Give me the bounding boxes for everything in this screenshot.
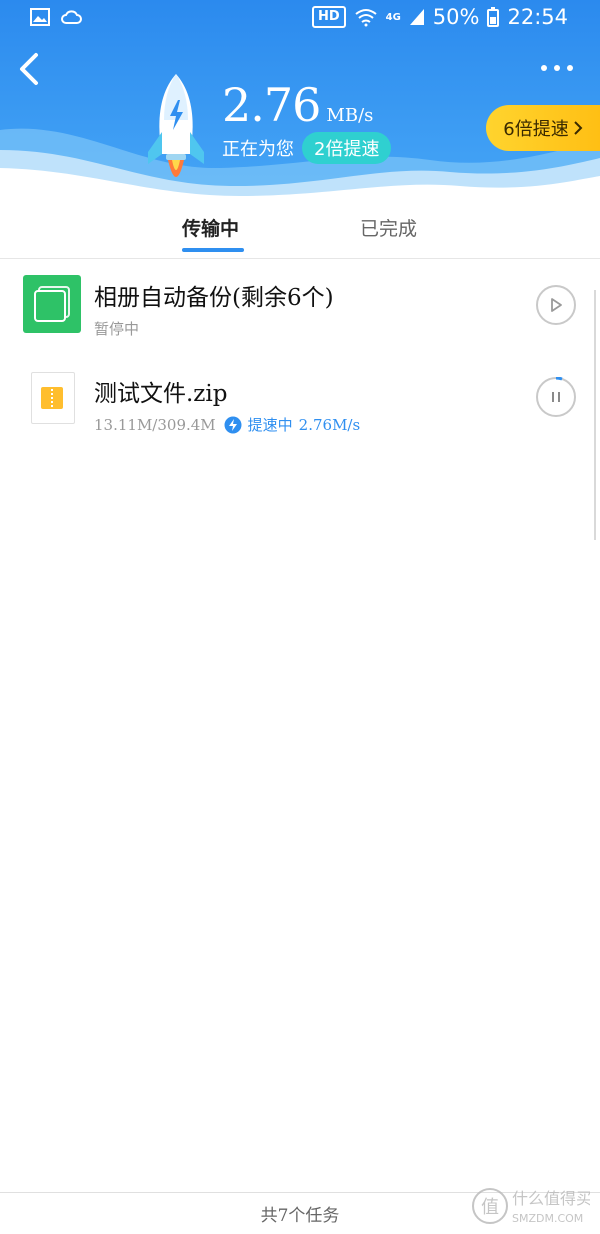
boost-6x-button[interactable]: 6倍提速 xyxy=(486,105,600,151)
play-icon xyxy=(551,298,562,312)
speed-readout: 2.76 MB/s xyxy=(222,78,373,132)
item-status-text: 暂停中 xyxy=(94,320,140,338)
status-bar: HD 4G 50% 22:54 xyxy=(0,0,600,38)
back-button[interactable] xyxy=(14,52,46,86)
speed-unit: MB/s xyxy=(326,105,374,126)
item-progress: 13.11M/309.4M 提速中 2.76M/s xyxy=(94,414,360,435)
item-title: 测试文件.zip xyxy=(94,381,228,407)
chevron-right-icon xyxy=(574,121,583,135)
lightning-icon xyxy=(224,416,242,433)
boosting-indicator: 提速中 2.76M/s xyxy=(224,414,361,435)
list-item-zip-file[interactable]: 测试文件.zip 13.11M/309.4M 提速中 2.76M/s xyxy=(0,368,600,438)
speed-status-text: 正在为您 xyxy=(222,139,294,160)
tab-transferring[interactable]: 传输中 xyxy=(182,214,239,241)
speed-value: 2.76 xyxy=(222,78,321,132)
list-item-album-backup[interactable]: 相册自动备份(剩余6个) 暂停中 xyxy=(0,272,600,342)
speed-status: 正在为您 2倍提速 xyxy=(222,132,392,164)
transfer-header: HD 4G 50% 22:54 2.76 MB/s 正在为您 2倍提速 6倍提速 xyxy=(0,0,600,200)
battery-icon xyxy=(487,7,500,27)
svg-text:SMZDM.COM: SMZDM.COM xyxy=(512,1212,583,1225)
item-progress-text: 13.11M/309.4M xyxy=(94,415,216,434)
active-tab-indicator xyxy=(182,248,244,252)
boost-6x-label: 6倍提速 xyxy=(503,119,569,140)
progress-ring xyxy=(555,377,563,381)
item-status: 暂停中 xyxy=(94,318,139,339)
more-options-button[interactable] xyxy=(540,58,574,78)
zip-icon xyxy=(31,372,75,424)
pause-button[interactable] xyxy=(536,377,576,417)
svg-text:什么值得买: 什么值得买 xyxy=(512,1189,590,1208)
boosting-speed: 2.76M/s xyxy=(298,415,361,434)
task-count: 共7个任务 xyxy=(260,1206,340,1226)
battery-percent: 50% xyxy=(432,5,480,29)
cloud-icon xyxy=(61,10,82,24)
svg-text:值: 值 xyxy=(481,1197,499,1218)
item-title: 相册自动备份(剩余6个) xyxy=(94,285,334,311)
play-button[interactable] xyxy=(536,285,576,325)
boost-2x-badge: 2倍提速 xyxy=(302,132,392,164)
status-time: 22:54 xyxy=(507,5,568,29)
signal-icon xyxy=(409,9,424,25)
boosting-label: 提速中 xyxy=(247,416,293,434)
image-icon xyxy=(30,8,50,26)
wifi-icon xyxy=(354,9,377,27)
album-icon xyxy=(23,275,81,333)
hd-badge: HD xyxy=(311,6,346,28)
scrollbar[interactable] xyxy=(594,290,600,540)
watermark-logo: 值 什么值得买 SMZDM.COM xyxy=(472,1188,590,1225)
tab-completed[interactable]: 已完成 xyxy=(360,214,417,241)
network-label: 4G xyxy=(385,11,401,23)
transfer-tabs: 传输中 已完成 xyxy=(0,202,600,259)
rocket-icon xyxy=(148,74,204,177)
